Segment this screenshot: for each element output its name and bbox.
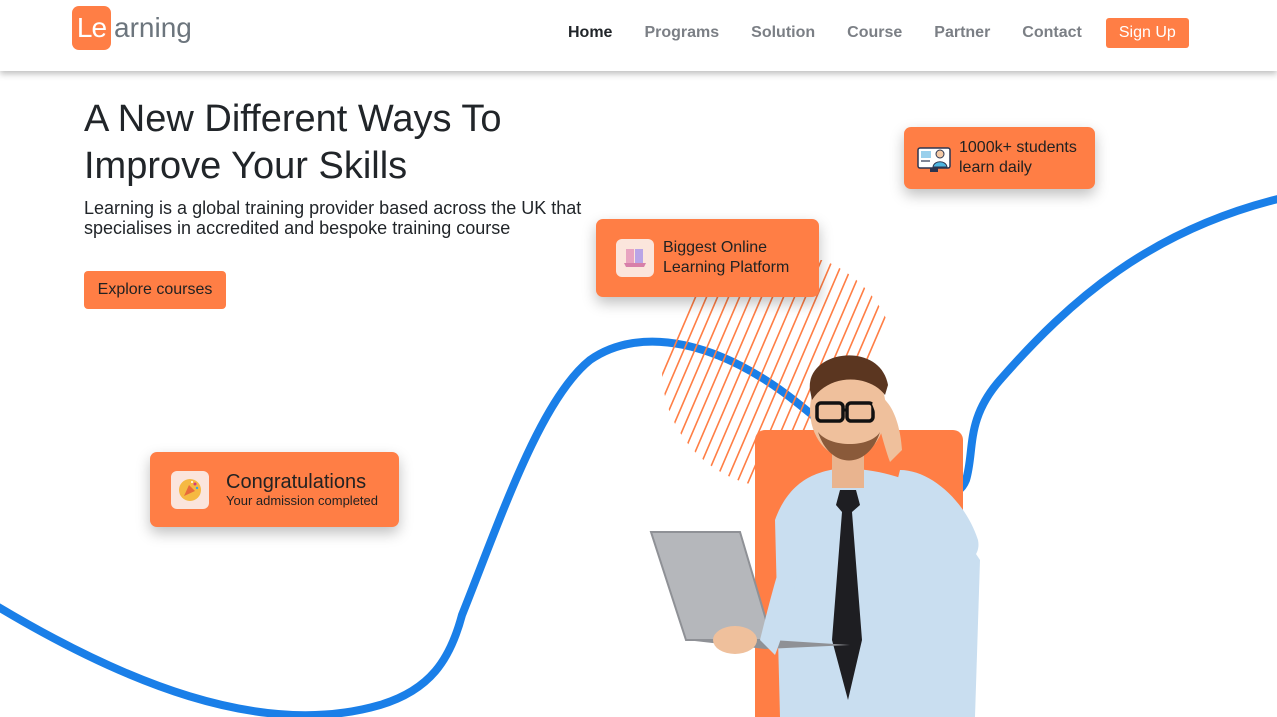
platform-line-1: Biggest Online: [663, 239, 768, 256]
nav-course[interactable]: Course: [831, 17, 918, 49]
computer-teacher-icon: [916, 140, 952, 176]
congratulations-subtitle: Your admission completed: [226, 493, 378, 508]
landing-page: Le arning Home Programs Solution Course …: [0, 0, 1277, 717]
platform-card-text: Biggest Online Learning Platform: [663, 238, 789, 278]
nav-partner[interactable]: Partner: [918, 17, 1006, 49]
platform-line-2: Learning Platform: [663, 259, 790, 276]
congratulations-title: Congratulations: [226, 471, 367, 493]
nav-solution[interactable]: Solution: [735, 17, 831, 49]
logo-text: arning: [114, 12, 192, 43]
congratulations-card: Congratulations Your admission completed: [150, 452, 399, 527]
brand-logo[interactable]: Le arning: [72, 6, 192, 50]
party-popper-icon: [171, 470, 209, 509]
nav-contact[interactable]: Contact: [1006, 17, 1098, 49]
students-card-text: 1000k+ students learn daily: [959, 138, 1077, 178]
books-icon: [616, 239, 654, 277]
platform-card: Biggest Online Learning Platform: [596, 219, 819, 297]
students-count: 1000k+ students: [959, 139, 1077, 156]
nav-home[interactable]: Home: [552, 17, 628, 49]
sign-up-button[interactable]: Sign Up: [1105, 18, 1189, 48]
navbar: Le arning Home Programs Solution Course …: [0, 0, 1277, 71]
hero-person-image: [649, 260, 980, 717]
students-caption: learn daily: [959, 159, 1032, 176]
congratulations-text: Congratulations Your admission completed: [226, 471, 378, 508]
students-card: 1000k+ students learn daily: [904, 127, 1095, 189]
decorative-curve: [0, 195, 1277, 717]
main-nav: Home Programs Solution Course Partner Co…: [552, 17, 1189, 49]
logo-mark: Le: [72, 6, 111, 50]
nav-programs[interactable]: Programs: [628, 17, 735, 49]
